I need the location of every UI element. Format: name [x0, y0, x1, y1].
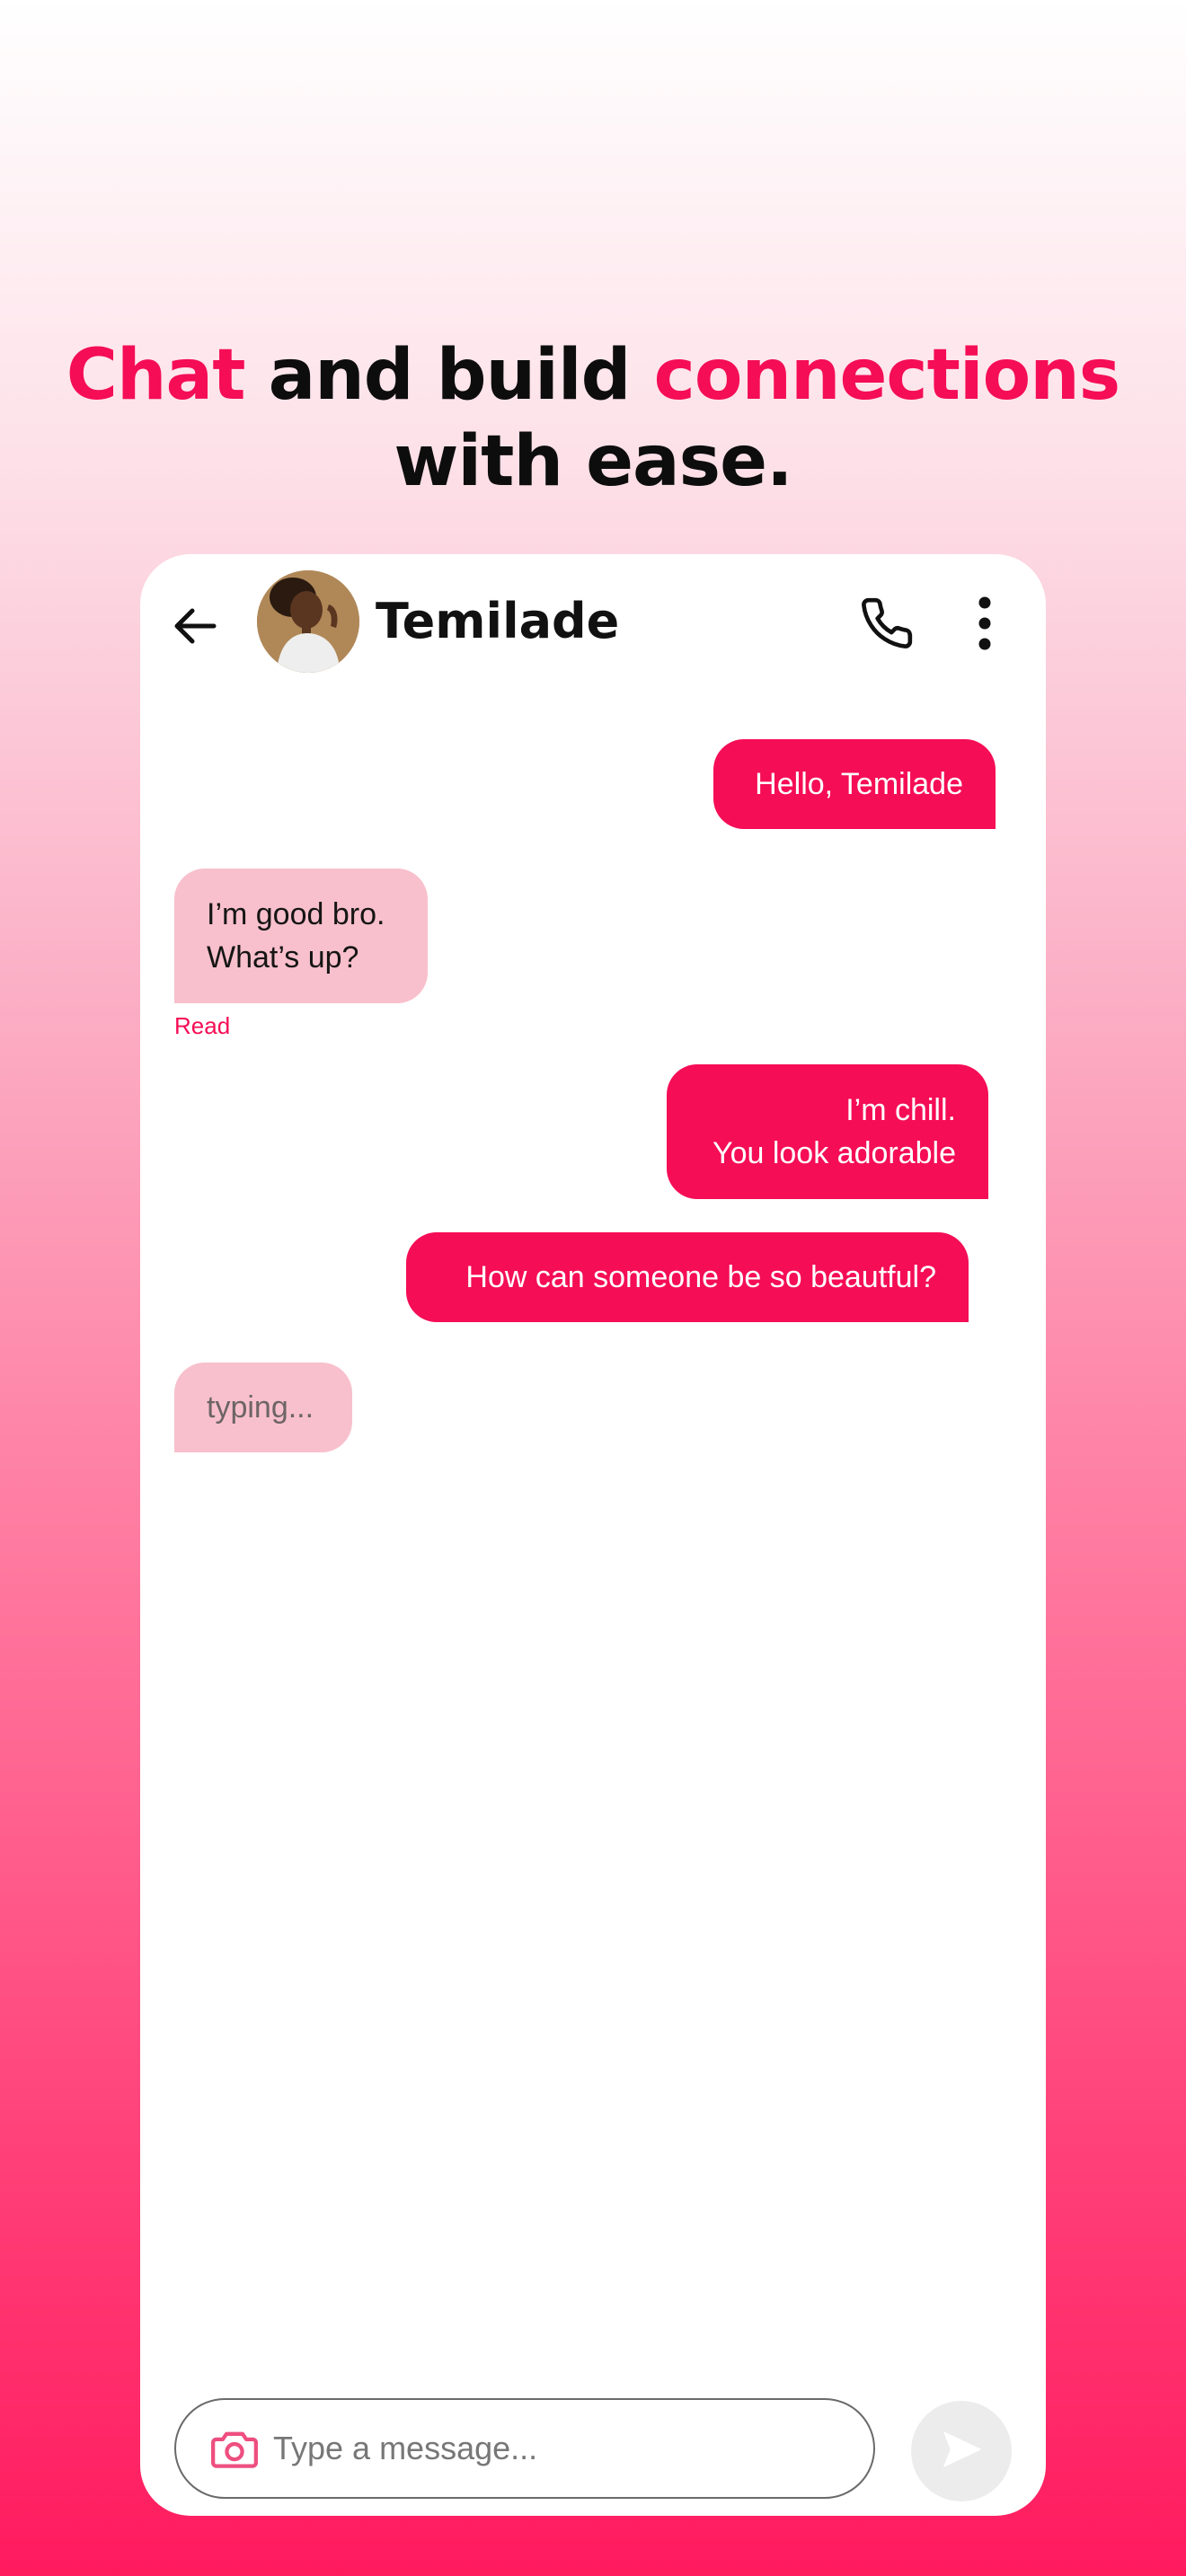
send-icon	[937, 2425, 986, 2478]
phone-icon[interactable]	[859, 595, 915, 651]
headline-accent-connections: connections	[653, 335, 1121, 416]
message-text-line: You look adorable	[712, 1136, 956, 1170]
message-text-line: I’m chill.	[845, 1093, 956, 1127]
headline: Chat and build connections with ease.	[0, 332, 1186, 505]
chat-screen: Temilade Hello, Temilade I’m good bro. W…	[140, 554, 1046, 2516]
headline-mid-text: and build	[244, 335, 654, 416]
message-composer[interactable]	[174, 2398, 875, 2499]
message-bubble-outgoing[interactable]: How can someone be so beautful?	[406, 1232, 969, 1322]
headline-line-2: with ease.	[394, 421, 792, 502]
message-bubble-outgoing[interactable]: I’m chill. You look adorable	[667, 1064, 988, 1199]
message-text: How can someone be so beautful?	[465, 1260, 936, 1294]
more-vertical-icon[interactable]	[967, 594, 1003, 653]
headline-line-1: Chat and build connections	[0, 332, 1186, 419]
contact-name[interactable]: Temilade	[376, 592, 619, 651]
contact-avatar[interactable]	[257, 570, 359, 673]
arrow-left-icon[interactable]	[167, 597, 225, 655]
message-text: Hello, Temilade	[755, 767, 963, 801]
message-text-line: What’s up?	[207, 940, 359, 975]
read-receipt: Read	[174, 1012, 231, 1039]
message-bubble-incoming[interactable]: I’m good bro. What’s up?	[174, 869, 428, 1003]
message-bubble-outgoing[interactable]: Hello, Temilade	[713, 739, 996, 829]
message-text-line: I’m good bro.	[207, 897, 385, 931]
message-input[interactable]	[273, 2423, 830, 2474]
typing-indicator: typing...	[174, 1363, 352, 1452]
typing-text: typing...	[207, 1390, 314, 1425]
headline-accent-chat: Chat	[66, 335, 246, 416]
send-button[interactable]	[911, 2401, 1012, 2501]
camera-icon[interactable]	[210, 2426, 259, 2471]
